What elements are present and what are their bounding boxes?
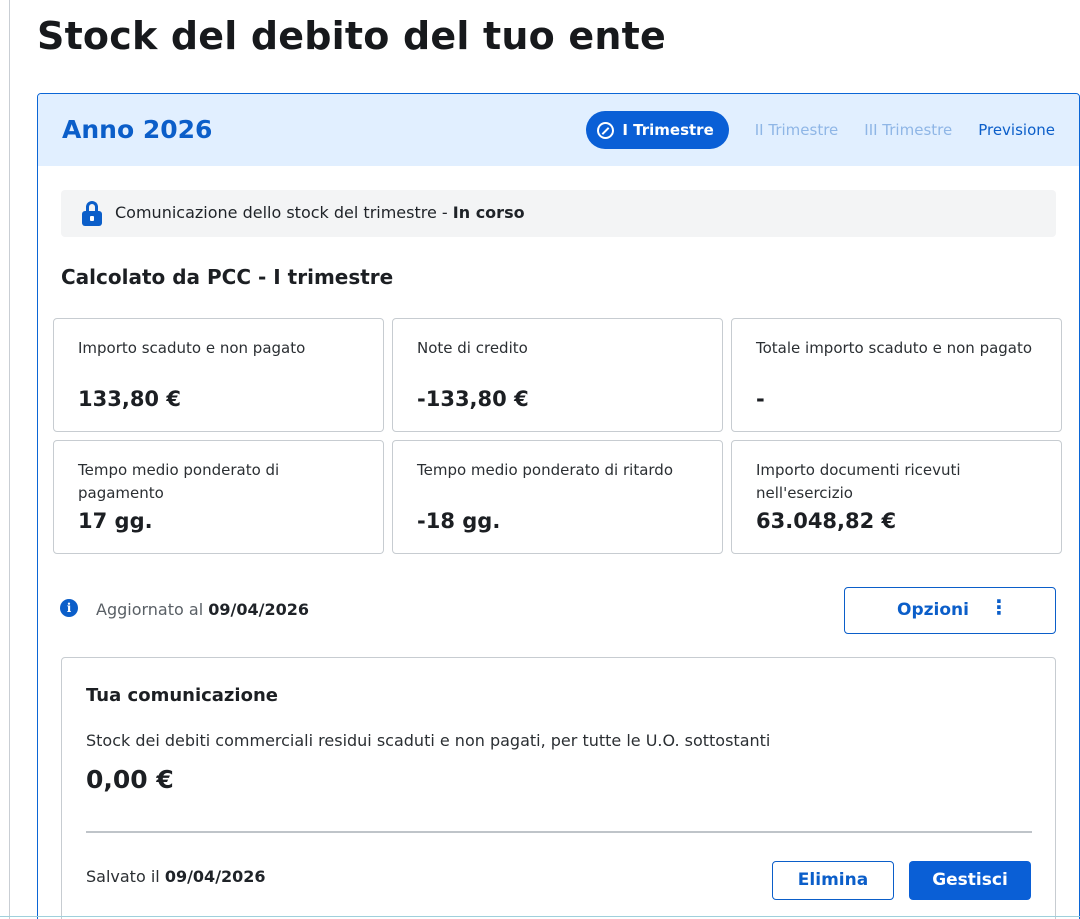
metric-label: Tempo medio ponderato di ritardo bbox=[417, 461, 674, 479]
status-text: Comunicazione dello stock del trimestre … bbox=[115, 203, 525, 222]
year-title: Anno 2026 bbox=[62, 115, 213, 144]
divider bbox=[86, 831, 1032, 833]
metric-card: Importo scaduto e non pagato 133,80 € bbox=[53, 318, 384, 432]
info-icon: i bbox=[60, 599, 78, 617]
metric-card: Tempo medio ponderato di pagamento 17 gg… bbox=[53, 440, 384, 554]
metric-label: Totale importo scaduto e non pagato bbox=[756, 339, 1033, 357]
metric-value: -133,80 € bbox=[417, 387, 529, 411]
status-state: In corso bbox=[452, 203, 525, 222]
bottom-divider bbox=[0, 916, 1080, 917]
metric-value: 17 gg. bbox=[78, 509, 153, 533]
metric-label: Note di credito bbox=[417, 339, 528, 357]
tab-ii-trimestre: II Trimestre bbox=[754, 121, 839, 139]
metric-card: Importo documenti ricevuti nell'esercizi… bbox=[731, 440, 1062, 554]
section-title: Calcolato da PCC - I trimestre bbox=[61, 265, 394, 289]
lock-icon bbox=[81, 201, 103, 227]
status-banner: Comunicazione dello stock del trimestre … bbox=[61, 190, 1056, 237]
metric-label: Importo scaduto e non pagato bbox=[78, 339, 306, 357]
saved-date: 09/04/2026 bbox=[164, 867, 266, 886]
vertical-dots-icon: ⋮ bbox=[989, 595, 1009, 619]
updated-label: Aggiornato al bbox=[96, 600, 204, 619]
year-card: Anno 2026 I Trimestre II Trimestre III T… bbox=[37, 93, 1080, 919]
saved-label: Salvato il bbox=[86, 867, 160, 886]
metric-value: 63.048,82 € bbox=[756, 509, 897, 533]
communication-heading: Tua comunicazione bbox=[86, 685, 278, 706]
metric-value: -18 gg. bbox=[417, 509, 501, 533]
tab-i-trimestre[interactable]: I Trimestre bbox=[586, 111, 729, 149]
quarter-tabs: I Trimestre II Trimestre III Trimestre P… bbox=[586, 111, 1055, 149]
options-button[interactable]: Opzioni ⋮ bbox=[844, 587, 1056, 634]
communication-card: Tua comunicazione Stock dei debiti comme… bbox=[61, 657, 1056, 919]
tab-label: I Trimestre bbox=[622, 121, 714, 139]
metric-label: Importo documenti ricevuti nell'esercizi… bbox=[756, 461, 961, 502]
status-label: Comunicazione dello stock del trimestre … bbox=[115, 203, 453, 222]
saved-at: Salvato il 09/04/2026 bbox=[86, 867, 266, 886]
left-divider bbox=[9, 0, 10, 919]
metric-value: 133,80 € bbox=[78, 387, 181, 411]
communication-amount: 0,00 € bbox=[86, 765, 174, 794]
metric-card: Tempo medio ponderato di ritardo -18 gg. bbox=[392, 440, 723, 554]
check-circle-icon bbox=[597, 121, 615, 139]
page-title: Stock del debito del tuo ente bbox=[37, 14, 666, 58]
metric-card: Totale importo scaduto e non pagato - bbox=[731, 318, 1062, 432]
delete-button[interactable]: Elimina bbox=[772, 861, 894, 900]
updated-at: Aggiornato al 09/04/2026 bbox=[96, 600, 309, 619]
metric-card: Note di credito -133,80 € bbox=[392, 318, 723, 432]
metric-label: Tempo medio ponderato di pagamento bbox=[78, 461, 280, 502]
manage-button[interactable]: Gestisci bbox=[909, 861, 1031, 900]
card-header: Anno 2026 I Trimestre II Trimestre III T… bbox=[38, 94, 1079, 166]
updated-date: 09/04/2026 bbox=[208, 600, 309, 619]
metric-value: - bbox=[756, 387, 765, 411]
options-label: Opzioni bbox=[897, 600, 969, 620]
tab-iii-trimestre: III Trimestre bbox=[864, 121, 953, 139]
communication-description: Stock dei debiti commerciali residui sca… bbox=[86, 731, 771, 750]
tab-previsione[interactable]: Previsione bbox=[978, 111, 1055, 149]
